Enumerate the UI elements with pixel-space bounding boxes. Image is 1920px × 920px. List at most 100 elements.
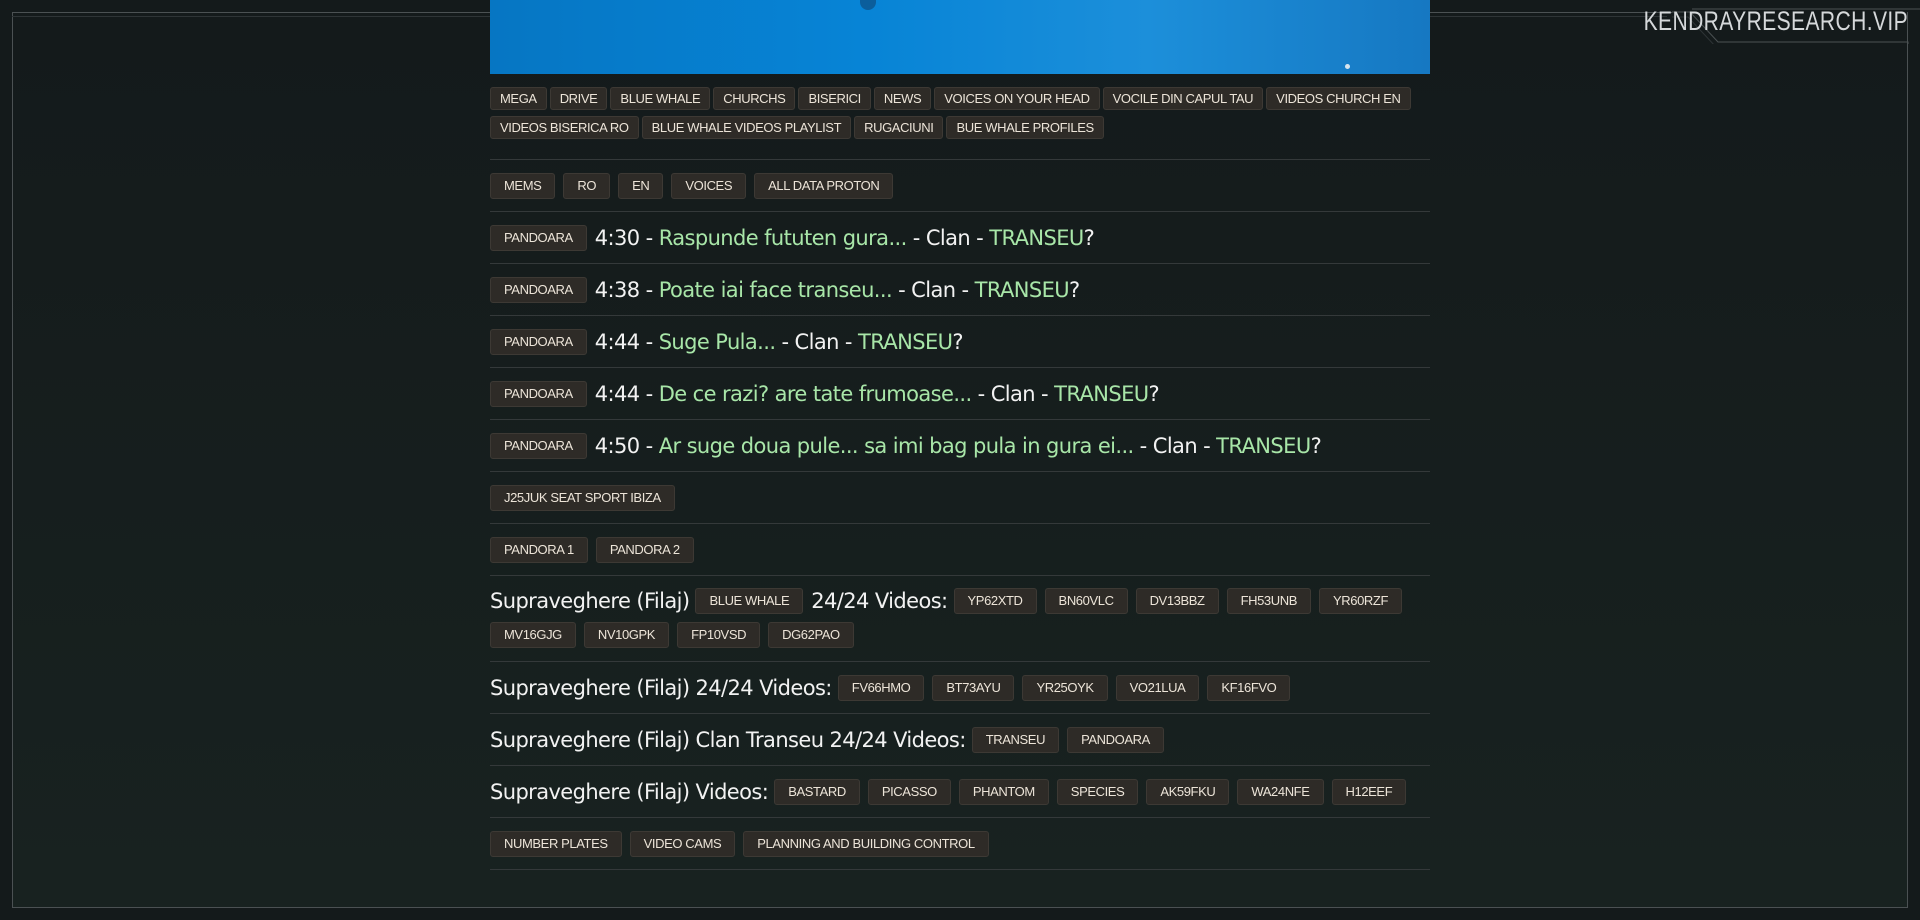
tag-videos-church-en[interactable]: VIDEOS CHURCH EN [1266,87,1411,110]
top-nav-tags: MEGA DRIVE BLUE WHALE CHURCHS BISERICI NEWS VO… [490,87,1430,145]
surveillance-clan-transeu: Supraveghere (Filaj) Clan Transeu 24/24 … [490,714,1430,765]
header-banner-image [490,0,1430,74]
entry-group-link[interactable]: TRANSEU [989,226,1084,250]
tag-planning-and-building-control[interactable]: PLANNING AND BUILDING CONTROL [743,831,989,857]
tag-transeu[interactable]: TRANSEU [971,727,1060,753]
tag-churchs[interactable]: CHURCHS [713,87,796,110]
entry-row: PANDOARA 4:44 - De ce razi? are tate fru… [490,368,1430,419]
entry-row: PANDOARA 4:38 - Poate iai face transeu..… [490,264,1430,315]
divider [490,869,1430,870]
tag-j25juk-seat-sport-ibiza[interactable]: J25JUK SEAT SPORT IBIZA [490,485,675,511]
tag-plate[interactable]: DG62PAO [768,622,854,648]
entry-question-mark: ? [1310,434,1322,458]
entry-time: 4:30 [594,226,640,250]
entry-question-mark: ? [952,330,963,354]
surveillance-label: Supraveghere (Filaj) [490,589,690,613]
tag-plate[interactable]: VO21LUA [1115,675,1200,701]
bottom-tags: NUMBER PLATES VIDEO CAMS PLANNING AND BUIL… [490,818,1430,869]
tag-plate[interactable]: BN60VLC [1044,588,1128,614]
tag-species[interactable]: SPECIES [1056,779,1139,805]
tag-blue-whale-videos-playlist[interactable]: BLUE WHALE VIDEOS PLAYLIST [641,116,852,139]
tag-plate[interactable]: KF16FVO [1207,675,1291,701]
entry-group-link[interactable]: TRANSEU [1054,382,1149,406]
tag-blue-whale[interactable]: BLUE WHALE [695,588,804,614]
tag-blue-whale[interactable]: BLUE WHALE [610,87,711,110]
entry-time: 4:38 [594,278,640,302]
entry-quote-link[interactable]: Suge Pula... [659,330,776,354]
entry-group-link[interactable]: TRANSEU [975,278,1070,302]
entry-group-link[interactable]: TRANSEU [858,330,953,354]
tag-bastard[interactable]: BASTARD [774,779,860,805]
tag-phantom[interactable]: PHANTOM [958,779,1049,805]
entry-question-mark: ? [1148,382,1160,406]
tag-plate[interactable]: FH53UNB [1226,588,1312,614]
site-logo-link[interactable]: KENDRAYRESEARCH.VIP [1644,6,1908,36]
tag-video-cams[interactable]: VIDEO CAMS [629,831,736,857]
surveillance-blue-whale: Supraveghere (Filaj) BLUE WHALE 24/24 Vi… [490,576,1430,661]
tag-all-data-proton[interactable]: ALL DATA PROTON [754,173,894,199]
tag-pandoara[interactable]: PANDOARA [490,329,587,355]
entry-row: PANDOARA 4:44 - Suge Pula... - Clan - TR… [490,316,1430,367]
car-section: J25JUK SEAT SPORT IBIZA [490,472,1430,523]
tag-mems[interactable]: MEMS [490,173,556,199]
tag-bue-whale-profiles[interactable]: BUE WHALE PROFILES [946,116,1104,139]
entry-clan: Clan [911,278,956,302]
tag-plate[interactable]: YR25OYK [1022,675,1108,701]
tag-videos-biserica-ro[interactable]: VIDEOS BISERICA RO [490,116,639,139]
entry-time: 4:50 [594,434,640,458]
tag-pandoara[interactable]: PANDOARA [1067,727,1164,753]
tag-rugaciuni[interactable]: RUGACIUNI [854,116,944,139]
entry-clan: Clan [794,330,840,354]
entry-time: 4:44 [594,330,640,354]
surveillance-label: Supraveghere (Filaj) Clan Transeu 24/24 … [490,728,966,752]
tag-drive[interactable]: DRIVE [549,87,608,110]
tag-plate[interactable]: FV66HMO [837,675,925,701]
entry-quote-link[interactable]: De ce razi? are tate frumoase... [659,382,972,406]
tag-vocile-din-capul-tau[interactable]: VOCILE DIN CAPUL TAU [1102,87,1264,110]
tag-h12eef[interactable]: H12EEF [1331,779,1407,805]
tag-picasso[interactable]: PICASSO [867,779,951,805]
tag-pandoara[interactable]: PANDOARA [490,225,587,251]
entry-clan: Clan [990,382,1036,406]
surveillance-label: Supraveghere (Filaj) 24/24 Videos: [490,676,832,700]
entry-group-link[interactable]: TRANSEU [1216,434,1311,458]
entry-time: 4:44 [594,382,640,406]
entry-row: PANDOARA 4:50 - Ar suge doua pule... sa … [490,420,1430,471]
entry-quote-link[interactable]: Ar suge doua pule... sa imi bag pula in … [659,434,1135,458]
tag-pandora-1[interactable]: PANDORA 1 [490,537,588,563]
tag-pandoara[interactable]: PANDOARA [490,277,587,303]
tag-pandoara[interactable]: PANDOARA [490,433,587,459]
entry-question-mark: ? [1069,278,1080,302]
tag-plate[interactable]: MV16GJG [490,622,576,648]
tag-mega[interactable]: MEGA [490,87,547,110]
entry-clan: Clan [1152,434,1198,458]
tag-plate[interactable]: NV10GPK [583,622,670,648]
tag-biserici[interactable]: BISERICI [798,87,871,110]
tag-plate[interactable]: DV13BBZ [1135,588,1219,614]
tag-en[interactable]: EN [618,173,664,199]
tag-plate[interactable]: YP62XTD [953,588,1037,614]
main-content: MEGA DRIVE BLUE WHALE CHURCHS BISERICI NEWS VO… [490,0,1430,870]
entry-quote-link[interactable]: Raspunde fututen gura... [659,226,908,250]
tag-wa24nfe[interactable]: WA24NFE [1237,779,1324,805]
banner-decoration [860,0,876,10]
surveillance-label: Supraveghere (Filaj) Videos: [490,780,769,804]
tag-number-plates[interactable]: NUMBER PLATES [490,831,622,857]
section-tags: MEMS RO EN VOICES ALL DATA PROTON [490,160,1430,211]
entry-clan: Clan [925,226,971,250]
entry-question-mark: ? [1083,226,1095,250]
tag-pandora-2[interactable]: PANDORA 2 [595,537,694,563]
tag-voices[interactable]: VOICES [671,173,747,199]
tag-voices-on-your-head[interactable]: VOICES ON YOUR HEAD [934,87,1100,110]
surveillance-videos: Supraveghere (Filaj) Videos: BASTARD PICA… [490,766,1430,817]
tag-plate[interactable]: BT73AYU [932,675,1015,701]
tag-pandoara[interactable]: PANDOARA [490,381,587,407]
tag-plate[interactable]: FP10VSD [677,622,761,648]
tag-news[interactable]: NEWS [873,87,932,110]
entry-row: PANDOARA 4:30 - Raspunde fututen gura...… [490,212,1430,263]
surveillance-plates: Supraveghere (Filaj) 24/24 Videos: FV66H… [490,662,1430,713]
tag-ak59fku[interactable]: AK59FKU [1146,779,1230,805]
tag-ro[interactable]: RO [563,173,611,199]
entry-quote-link[interactable]: Poate iai face transeu... [659,278,893,302]
tag-plate[interactable]: YR60RZF [1319,588,1403,614]
